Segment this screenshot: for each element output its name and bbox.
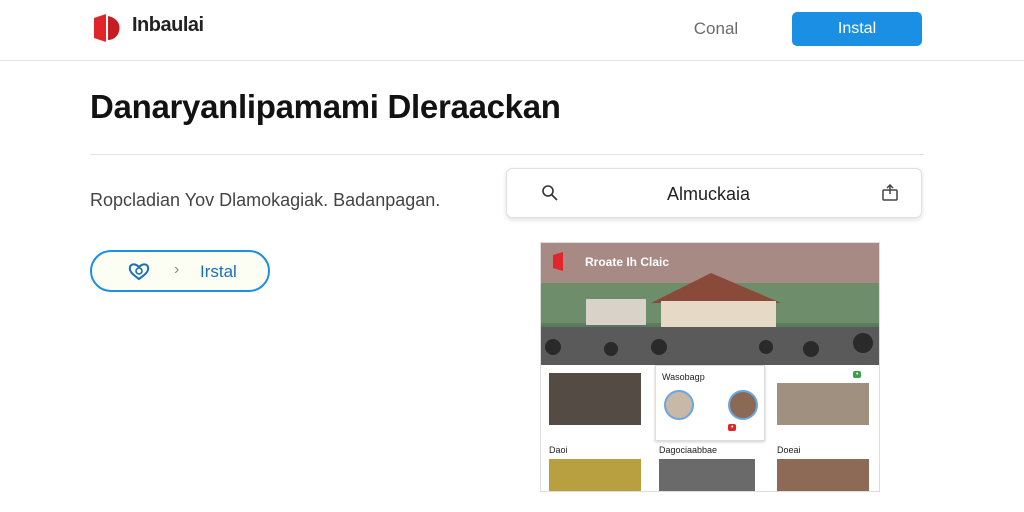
preview-card-3: [777, 383, 869, 425]
preview-hero-title: Rroate Ih Claic: [585, 255, 670, 269]
app-preview-image: Rroate Ih Claic Wasobagp • • Daoi Dagoci…: [540, 242, 880, 492]
preview-card-8: [777, 459, 869, 491]
status-badge: •: [728, 424, 737, 431]
search-icon: [542, 185, 558, 201]
divider: [90, 154, 924, 155]
preview-grid: Wasobagp • • Daoi Dagociaabbae Doeai: [541, 365, 879, 491]
preview-card-4-title: Dagociaabbae: [659, 445, 718, 455]
chevron-right-icon: ›: [174, 261, 180, 278]
app-logo-icon: [94, 14, 120, 42]
brand-name: Inbaulai: [132, 14, 204, 36]
search-label: Almuckaia: [667, 184, 751, 204]
preview-card-6: [549, 459, 641, 491]
share-icon[interactable]: [881, 184, 899, 202]
avatar: [728, 390, 758, 420]
preview-hero: Rroate Ih Claic: [541, 243, 879, 365]
install-button[interactable]: Instal: [792, 12, 922, 46]
page-title: Danaryanlipamami Dleraackan: [90, 88, 561, 125]
install-pill-label: Irstal: [200, 262, 237, 281]
heart-search-icon: [128, 263, 150, 281]
status-badge: •: [853, 371, 862, 378]
app-description: Ropcladian Yov Dlamokagiak. Badanpagan.: [90, 190, 441, 210]
preview-card-2-title: Wasobagp: [662, 372, 705, 382]
cancel-button[interactable]: Conal: [680, 14, 752, 44]
preview-card-2: Wasobagp •: [655, 365, 765, 441]
preview-card-1: [549, 373, 641, 425]
search-card[interactable]: Almuckaia: [506, 168, 922, 218]
preview-card-5-title: Doeai: [777, 445, 801, 455]
top-bar: Inbaulai Conal Instal: [0, 0, 1024, 61]
preview-card-3-title: Daoi: [549, 445, 568, 455]
install-pill-button[interactable]: › Irstal: [90, 250, 270, 292]
avatar: [664, 390, 694, 420]
preview-card-7: [659, 459, 755, 491]
